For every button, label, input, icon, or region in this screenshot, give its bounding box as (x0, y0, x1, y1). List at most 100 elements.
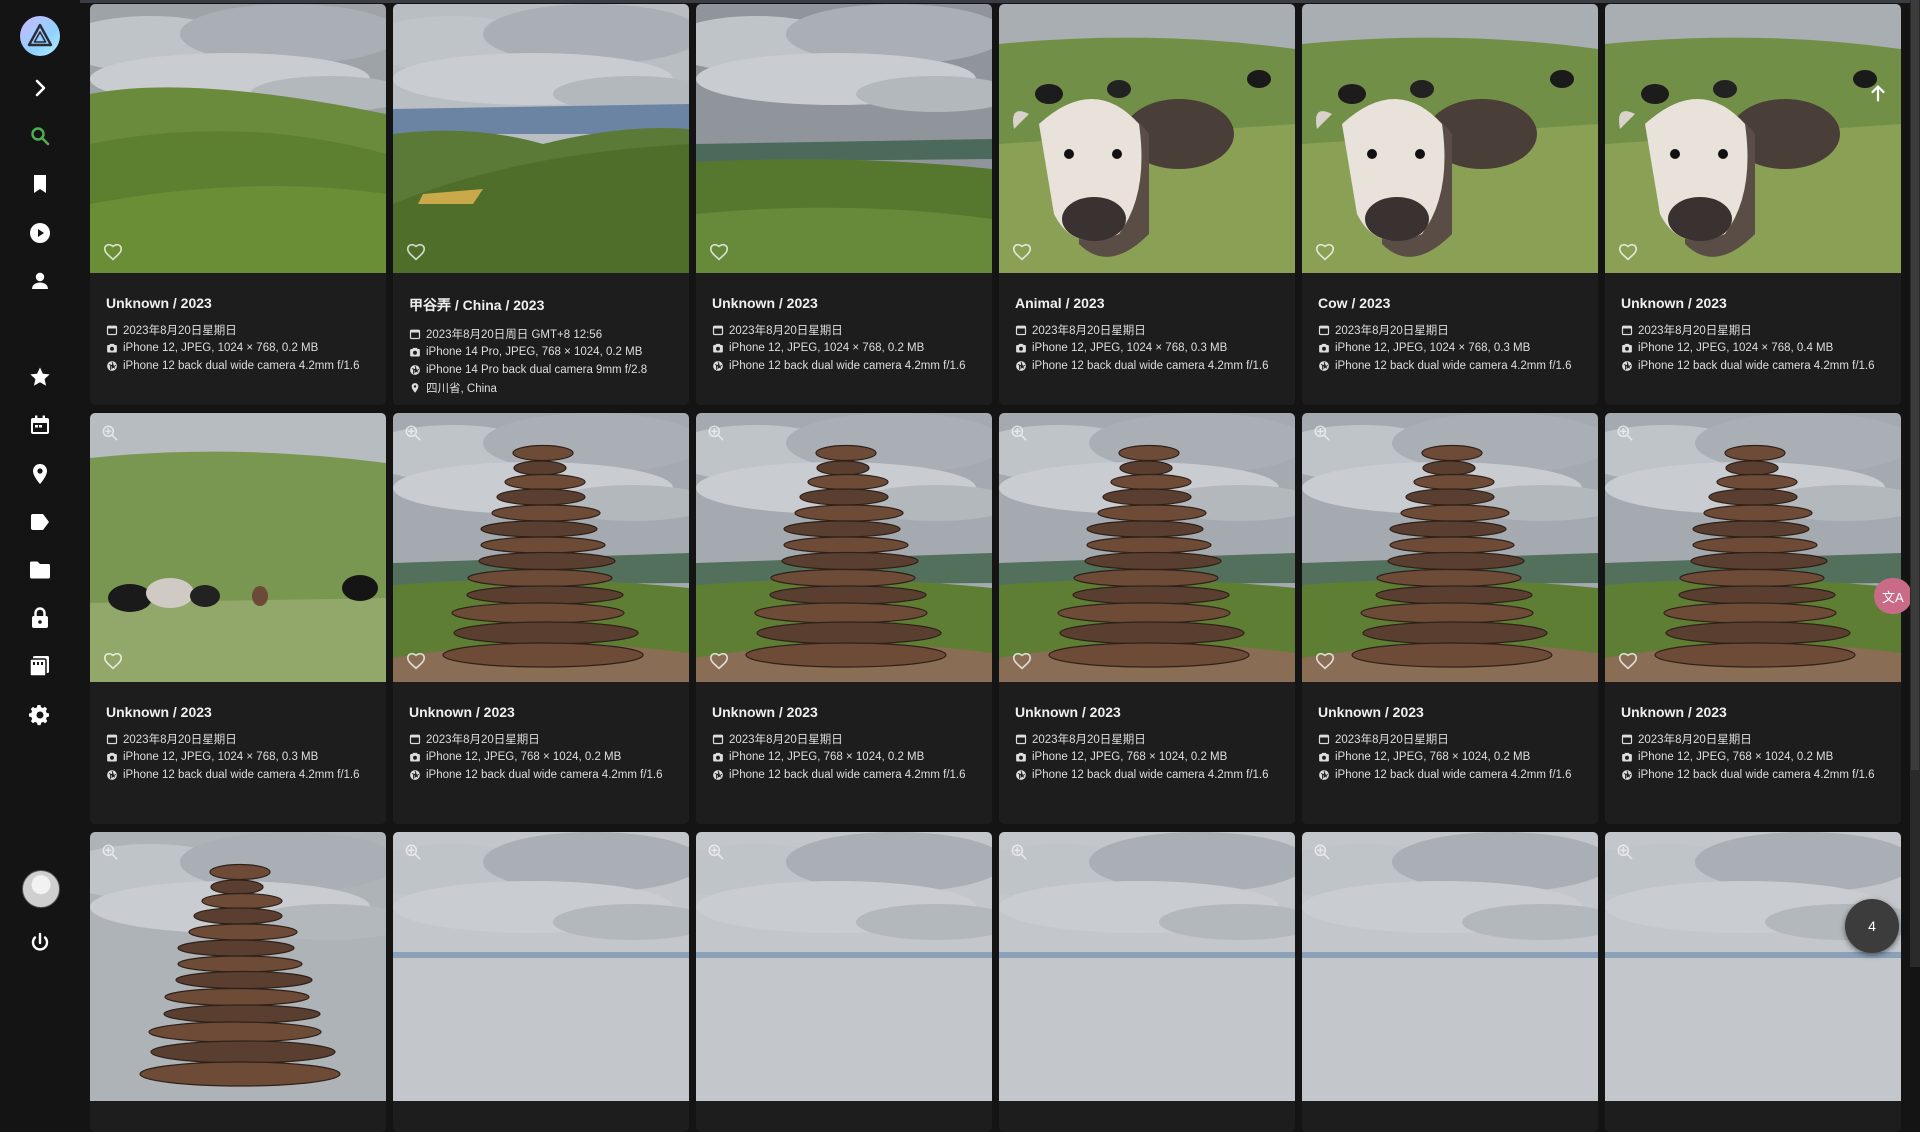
photo-card[interactable] (696, 832, 992, 1132)
zoom-icon[interactable] (100, 423, 120, 443)
heart-outline-icon[interactable] (1314, 650, 1336, 672)
zoom-icon[interactable] (1009, 423, 1029, 443)
heart-outline-icon[interactable] (1617, 241, 1639, 263)
photo-title[interactable]: Unknown / 2023 (712, 704, 976, 720)
heart-outline-icon[interactable] (1617, 650, 1639, 672)
photo-title[interactable]: Cow / 2023 (1318, 295, 1582, 311)
photo[interactable] (1302, 413, 1598, 682)
photo-card[interactable]: Unknown / 2023 2023年8月20日星期日 iPhone 12, JP… (696, 4, 992, 405)
photo-card[interactable] (393, 832, 689, 1132)
heart-outline-icon[interactable] (708, 650, 730, 672)
zoom-icon[interactable] (403, 423, 423, 443)
photo-title[interactable]: 甲谷弄 / China / 2023 (409, 295, 673, 315)
avatar[interactable] (22, 870, 60, 908)
photo-camera-text: iPhone 12 back dual wide camera 4.2mm f/… (729, 769, 966, 781)
photo-card[interactable]: Animal / 2023 2023年8月20日星期日 iPhone 12, JPE… (999, 4, 1295, 405)
sidebar-item-bookmarks[interactable] (20, 164, 60, 204)
photo[interactable] (696, 4, 992, 273)
photo-card[interactable]: 甲谷弄 / China / 2023 2023年8月20日周日 GMT+8 12:… (393, 4, 689, 405)
sidebar-item-folders[interactable] (20, 550, 60, 590)
photo-card[interactable]: Unknown / 2023 2023年8月20日星期日 iPhone 12, JP… (999, 413, 1295, 824)
photo-card[interactable]: Unknown / 2023 2023年8月20日星期日 iPhone 12, JP… (90, 4, 386, 405)
photo-date: 2023年8月20日星期日 (1621, 321, 1885, 339)
zoom-icon[interactable] (706, 423, 726, 443)
sidebar-item-settings[interactable] (20, 695, 60, 735)
photo-thumbnail (999, 413, 1295, 682)
app-logo[interactable] (20, 16, 60, 56)
heart-outline-icon[interactable] (102, 650, 124, 672)
photo-date: 2023年8月20日星期日 (409, 730, 673, 748)
zoom-icon[interactable] (1009, 842, 1029, 862)
photo-title[interactable]: Unknown / 2023 (106, 295, 370, 311)
photo-date-text: 2023年8月20日周日 GMT+8 12:56 (426, 329, 603, 341)
photo-title[interactable]: Unknown / 2023 (106, 704, 370, 720)
photo-card[interactable]: Unknown / 2023 2023年8月20日星期日 iPhone 12, JP… (696, 413, 992, 824)
photo-title[interactable]: Unknown / 2023 (1015, 704, 1279, 720)
photo[interactable] (1605, 413, 1901, 682)
sidebar-item-videos[interactable] (20, 213, 60, 253)
photo-title[interactable]: Unknown / 2023 (1621, 295, 1885, 311)
heart-outline-icon[interactable] (405, 650, 427, 672)
photo-title[interactable]: Unknown / 2023 (1621, 704, 1885, 720)
photo-card[interactable]: Cow / 2023 2023年8月20日星期日 iPhone 12, JPEG, … (1302, 4, 1598, 405)
photo-card[interactable] (1605, 832, 1901, 1132)
heart-outline-icon[interactable] (102, 241, 124, 263)
photo-camera-text: iPhone 12 back dual wide camera 4.2mm f/… (1638, 360, 1875, 372)
photo[interactable] (696, 413, 992, 682)
heart-outline-icon[interactable] (708, 241, 730, 263)
heart-outline-icon[interactable] (405, 241, 427, 263)
sidebar-item-places[interactable] (20, 454, 60, 494)
photo-card[interactable]: Unknown / 2023 2023年8月20日星期日 iPhone 12, JP… (1605, 4, 1901, 405)
photo-card[interactable] (1302, 832, 1598, 1132)
sidebar-item-search[interactable] (20, 116, 60, 156)
photo[interactable] (999, 413, 1295, 682)
sidebar-item-starred[interactable] (20, 357, 60, 397)
photo-title[interactable]: Unknown / 2023 (712, 295, 976, 311)
sidebar-item-labels[interactable] (20, 502, 60, 542)
power-button[interactable] (20, 923, 60, 963)
sidebar-item-calendar[interactable] (20, 405, 60, 445)
selection-count-button[interactable]: 4 (1845, 899, 1899, 953)
photo[interactable] (90, 4, 386, 273)
photo-card[interactable]: Unknown / 2023 2023年8月20日星期日 iPhone 12, JP… (1302, 413, 1598, 824)
zoom-icon[interactable] (1615, 423, 1635, 443)
arrow-up-icon[interactable] (1867, 82, 1889, 104)
photo[interactable] (1605, 4, 1901, 273)
sidebar-item-library[interactable] (20, 646, 60, 686)
photo[interactable] (393, 4, 689, 273)
translate-badge[interactable]: 文A (1874, 578, 1912, 614)
photo-camera: iPhone 12 back dual wide camera 4.2mm f/… (1621, 766, 1885, 784)
photo-title[interactable]: Animal / 2023 (1015, 295, 1279, 311)
zoom-icon[interactable] (1312, 423, 1332, 443)
photo-card[interactable]: Unknown / 2023 2023年8月20日星期日 iPhone 12, JP… (1605, 413, 1901, 824)
zoom-icon[interactable] (100, 842, 120, 862)
heart-outline-icon[interactable] (1314, 241, 1336, 263)
zoom-icon[interactable] (403, 842, 423, 862)
photo[interactable] (393, 413, 689, 682)
zoom-icon[interactable] (1615, 842, 1635, 862)
star-icon (30, 367, 50, 386)
photo-info: 甲谷弄 / China / 2023 2023年8月20日周日 GMT+8 12:… (393, 273, 689, 405)
photo-card[interactable] (90, 832, 386, 1132)
zoom-icon[interactable] (1312, 842, 1332, 862)
scrollbar-thumb[interactable] (1911, 0, 1919, 770)
photo-card[interactable]: Unknown / 2023 2023年8月20日星期日 iPhone 12, JP… (90, 413, 386, 824)
photo-title[interactable]: Unknown / 2023 (409, 704, 673, 720)
photo-card[interactable] (999, 832, 1295, 1132)
sidebar-item-favorites[interactable] (20, 309, 60, 349)
sidebar-item-expand[interactable] (20, 68, 60, 108)
photo-location: 四川省, China (409, 379, 673, 397)
heart-outline-icon[interactable] (1011, 650, 1033, 672)
photo-date: 2023年8月20日星期日 (1318, 730, 1582, 748)
photo[interactable] (90, 413, 386, 682)
photo-card[interactable]: Unknown / 2023 2023年8月20日星期日 iPhone 12, JP… (393, 413, 689, 824)
sidebar-item-private[interactable] (20, 598, 60, 638)
photo-camera-text: iPhone 12 back dual wide camera 4.2mm f/… (123, 769, 360, 781)
photo[interactable] (999, 4, 1295, 273)
photo[interactable] (1302, 4, 1598, 273)
photo-title[interactable]: Unknown / 2023 (1318, 704, 1582, 720)
photo-camera: iPhone 12 back dual wide camera 4.2mm f/… (712, 357, 976, 375)
heart-outline-icon[interactable] (1011, 241, 1033, 263)
sidebar-item-people[interactable] (20, 261, 60, 301)
zoom-icon[interactable] (706, 842, 726, 862)
